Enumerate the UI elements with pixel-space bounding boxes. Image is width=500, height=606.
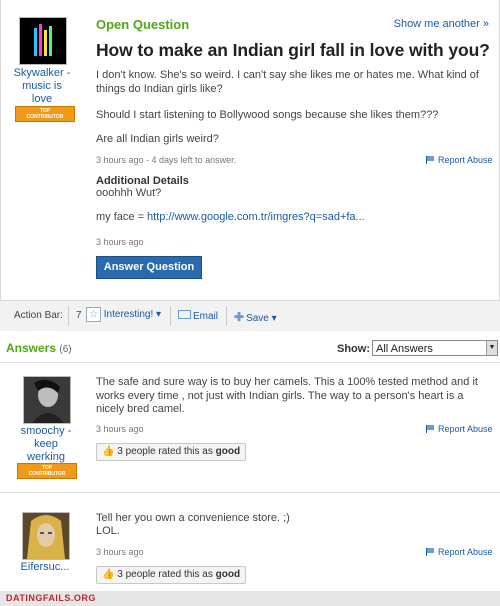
top-contributor-badge: TOP CONTRIBUTOR bbox=[15, 106, 75, 122]
divider bbox=[0, 492, 500, 493]
show-another-link[interactable]: Show me another » bbox=[394, 18, 489, 30]
asker-name-line[interactable]: music is bbox=[2, 80, 82, 93]
additional-details-heading: Additional Details bbox=[96, 175, 189, 187]
action-bar-divider bbox=[226, 306, 227, 326]
star-icon: ☆ bbox=[86, 307, 101, 322]
answerer-name-line[interactable]: smoochy - bbox=[6, 425, 86, 438]
face-link[interactable]: http://www.google.com.tr/imgres?q=sad+fa… bbox=[147, 211, 365, 223]
show-filter-select[interactable]: All Answers ▼ bbox=[372, 340, 498, 356]
rating-badge: 👍 3 people rated this as good bbox=[96, 566, 247, 584]
answerer-name-line[interactable]: Eifersuc... bbox=[5, 561, 85, 574]
answerer-name[interactable]: smoochy - keep werking bbox=[6, 425, 86, 464]
question-paragraph: I don't know. She's so weird. I can't sa… bbox=[96, 69, 479, 95]
rating-word: good bbox=[215, 446, 241, 457]
asker-name-line[interactable]: Skywalker - bbox=[2, 67, 82, 80]
answer-meta: 3 hours ago bbox=[96, 547, 144, 557]
save-button[interactable]: ✚ Save ▾ bbox=[234, 310, 277, 324]
additional-meta: 3 hours ago bbox=[96, 237, 144, 247]
rating-text: 3 people rated this as bbox=[117, 569, 213, 580]
thumbs-up-icon: 👍 bbox=[102, 569, 115, 580]
face-line: my face = http://www.google.com.tr/imgre… bbox=[96, 211, 491, 225]
email-button[interactable]: Email bbox=[178, 310, 218, 322]
answerer-avatar[interactable] bbox=[23, 376, 71, 424]
question-paragraph: Should I start listening to Bollywood so… bbox=[96, 109, 439, 121]
answer-meta: 3 hours ago bbox=[96, 424, 144, 434]
additional-details-text: ooohhh Wut? bbox=[96, 187, 162, 199]
report-abuse-link[interactable]: Report Abuse bbox=[426, 424, 493, 434]
email-label[interactable]: Email bbox=[193, 311, 218, 322]
envelope-icon bbox=[178, 310, 191, 319]
site-logo: DATINGFAILS.ORG bbox=[6, 593, 96, 603]
answer-question-button[interactable]: Answer Question bbox=[96, 256, 202, 279]
interesting-button[interactable]: ☆ Interesting! ▾ bbox=[86, 307, 161, 322]
badge-line: CONTRIBUTOR bbox=[28, 471, 66, 477]
answers-title: Answers bbox=[6, 341, 57, 355]
rating-word: good bbox=[215, 569, 241, 580]
flag-icon bbox=[426, 548, 435, 556]
divider bbox=[0, 362, 500, 363]
question-meta: 3 hours ago - 4 days left to answer. bbox=[96, 155, 237, 165]
chevron-down-icon[interactable]: ▼ bbox=[486, 341, 497, 355]
action-bar-divider bbox=[68, 306, 69, 326]
question-status: Open Question bbox=[96, 17, 190, 32]
action-bar-divider bbox=[170, 306, 171, 326]
answers-heading: Answers (6) bbox=[6, 341, 72, 355]
report-abuse-label[interactable]: Report Abuse bbox=[438, 155, 493, 165]
answers-count: (6) bbox=[59, 344, 72, 355]
rating-text: 3 people rated this as bbox=[117, 446, 213, 457]
report-abuse-label[interactable]: Report Abuse bbox=[438, 547, 493, 557]
asker-name[interactable]: Skywalker - music is love bbox=[2, 67, 82, 106]
thumbs-up-icon: 👍 bbox=[102, 446, 115, 457]
show-label: Show: bbox=[337, 343, 370, 355]
answerer-name[interactable]: Eifersuc... bbox=[5, 561, 85, 574]
footer-bar: DATINGFAILS.ORG bbox=[0, 591, 500, 606]
plus-icon: ✚ bbox=[234, 310, 245, 324]
answerer-avatar[interactable] bbox=[22, 512, 70, 560]
question-title: How to make an Indian girl fall in love … bbox=[96, 40, 490, 60]
answerer-name-line[interactable]: keep bbox=[6, 438, 86, 451]
interesting-count: 7 bbox=[76, 310, 82, 321]
top-contributor-badge: TOP CONTRIBUTOR bbox=[17, 463, 77, 479]
answer-text: The safe and sure way is to buy her came… bbox=[96, 376, 478, 415]
asker-avatar[interactable] bbox=[19, 17, 67, 65]
flag-icon bbox=[426, 156, 435, 164]
action-bar-label: Action Bar: bbox=[14, 310, 63, 321]
report-abuse-label[interactable]: Report Abuse bbox=[438, 424, 493, 434]
interesting-label[interactable]: Interesting! ▾ bbox=[104, 309, 161, 320]
report-abuse-link[interactable]: Report Abuse bbox=[426, 155, 493, 165]
asker-name-line[interactable]: love bbox=[2, 93, 82, 106]
badge-line: CONTRIBUTOR bbox=[26, 114, 64, 120]
question-paragraph: Are all Indian girls weird? bbox=[96, 133, 219, 145]
save-label[interactable]: Save ▾ bbox=[246, 313, 277, 324]
answer-text: Tell her you own a convenience store. ;) bbox=[96, 512, 290, 524]
rating-badge: 👍 3 people rated this as good bbox=[96, 443, 247, 461]
action-bar: Action Bar: 7 ☆ Interesting! ▾ Email ✚ Sa… bbox=[0, 300, 500, 331]
report-abuse-link[interactable]: Report Abuse bbox=[426, 547, 493, 557]
face-prefix: my face = bbox=[96, 211, 148, 223]
flag-icon bbox=[426, 425, 435, 433]
show-filter-value[interactable]: All Answers bbox=[376, 343, 433, 355]
answer-text: LOL. bbox=[96, 525, 120, 537]
